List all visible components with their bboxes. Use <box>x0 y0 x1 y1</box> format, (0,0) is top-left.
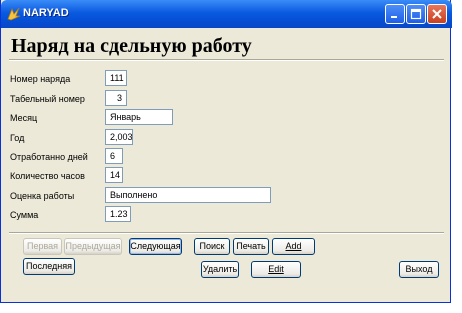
header-divider <box>9 59 444 61</box>
window-title: NARYAD <box>23 7 69 19</box>
title-bar[interactable]: NARYAD <box>1 0 452 28</box>
hours-field[interactable]: 14 <box>105 167 123 183</box>
edit-label: Edit <box>268 264 284 274</box>
tab-number-label: Табельный номер <box>10 94 85 104</box>
buttons-divider <box>9 232 444 234</box>
minimize-icon <box>391 16 397 18</box>
days-worked-label: Отработанно дней <box>10 152 88 162</box>
first-button[interactable]: Первая <box>23 238 62 255</box>
assessment-field[interactable]: Выполнено <box>105 187 271 203</box>
assessment-label: Оценка работы <box>10 191 75 201</box>
year-label: Год <box>10 133 25 143</box>
print-button[interactable]: Печать <box>233 238 269 255</box>
add-label: Add <box>285 241 302 251</box>
order-number-field[interactable]: 111 <box>105 70 127 86</box>
exit-button[interactable]: Выход <box>399 261 439 278</box>
order-number-label: Номер наряда <box>10 74 71 84</box>
page-title: Наряд на сдельную работу <box>11 35 252 57</box>
minimize-button[interactable] <box>385 4 405 24</box>
maximize-button[interactable] <box>406 4 426 24</box>
close-icon <box>432 9 442 19</box>
close-button[interactable] <box>427 4 447 24</box>
search-button[interactable]: Поиск <box>194 238 230 255</box>
days-worked-field[interactable]: 6 <box>105 148 123 164</box>
month-field[interactable]: Январь <box>105 109 173 125</box>
year-field[interactable]: 2,003 <box>105 129 133 145</box>
month-label: Месяц <box>10 113 38 123</box>
previous-button[interactable]: Предыдущая <box>64 238 122 255</box>
add-button[interactable]: Add <box>272 238 315 255</box>
hours-label: Количество часов <box>10 171 85 181</box>
app-icon <box>7 7 21 21</box>
last-button[interactable]: Последняя <box>23 258 75 275</box>
maximize-icon <box>410 8 422 20</box>
tab-number-field[interactable]: 3 <box>105 90 127 106</box>
sum-label: Сумма <box>10 210 39 220</box>
app-window: NARYAD Наряд на сдельную работу Номер на… <box>0 0 452 303</box>
delete-button[interactable]: Удалить <box>201 261 239 278</box>
next-button[interactable]: Следующая <box>129 238 182 255</box>
sum-field[interactable]: 1.23 <box>105 206 131 222</box>
edit-button[interactable]: Edit <box>251 261 301 278</box>
